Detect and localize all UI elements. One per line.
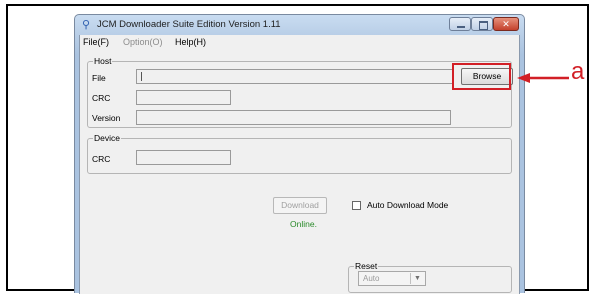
device-crc-label: CRC	[92, 154, 111, 164]
close-icon: ✕	[502, 19, 510, 29]
auto-download-checkbox[interactable]	[352, 201, 361, 210]
device-crc-field	[136, 150, 231, 165]
menu-bar: File(F) Option(O) Help(H)	[80, 35, 519, 49]
menu-file[interactable]: File(F)	[83, 37, 109, 47]
reset-selected-value: Auto	[363, 274, 380, 283]
host-file-label: File	[92, 73, 106, 83]
host-crc-field	[136, 90, 231, 105]
minimize-button[interactable]	[449, 17, 471, 31]
host-crc-label: CRC	[92, 93, 111, 103]
maximize-button[interactable]	[471, 17, 493, 31]
download-button[interactable]: Download	[273, 197, 327, 214]
host-legend: Host	[94, 56, 112, 66]
close-button[interactable]: ✕	[493, 17, 519, 31]
menu-option[interactable]: Option(O)	[123, 37, 163, 47]
text-caret	[141, 72, 142, 81]
app-icon: ⚲	[82, 19, 91, 31]
callout-arrow-icon	[517, 73, 569, 83]
chevron-down-icon: ▼	[410, 273, 424, 284]
reset-select[interactable]: Auto ▼	[358, 271, 426, 286]
host-file-field[interactable]	[136, 69, 453, 84]
title-bar[interactable]: ⚲ JCM Downloader Suite Edition Version 1…	[75, 15, 524, 35]
host-version-field	[136, 110, 451, 125]
menu-help[interactable]: Help(H)	[175, 37, 206, 47]
callout-label: a	[571, 58, 585, 85]
app-window: ⚲ JCM Downloader Suite Edition Version 1…	[74, 14, 525, 294]
host-version-label: Version	[92, 113, 121, 123]
callout-highlight-box	[452, 63, 511, 90]
auto-download-label[interactable]: Auto Download Mode	[367, 200, 448, 210]
device-legend: Device	[94, 133, 120, 143]
connection-status: Online.	[290, 219, 317, 229]
window-title: JCM Downloader Suite Edition Version 1.1…	[97, 19, 281, 30]
reset-legend: Reset	[355, 261, 378, 271]
